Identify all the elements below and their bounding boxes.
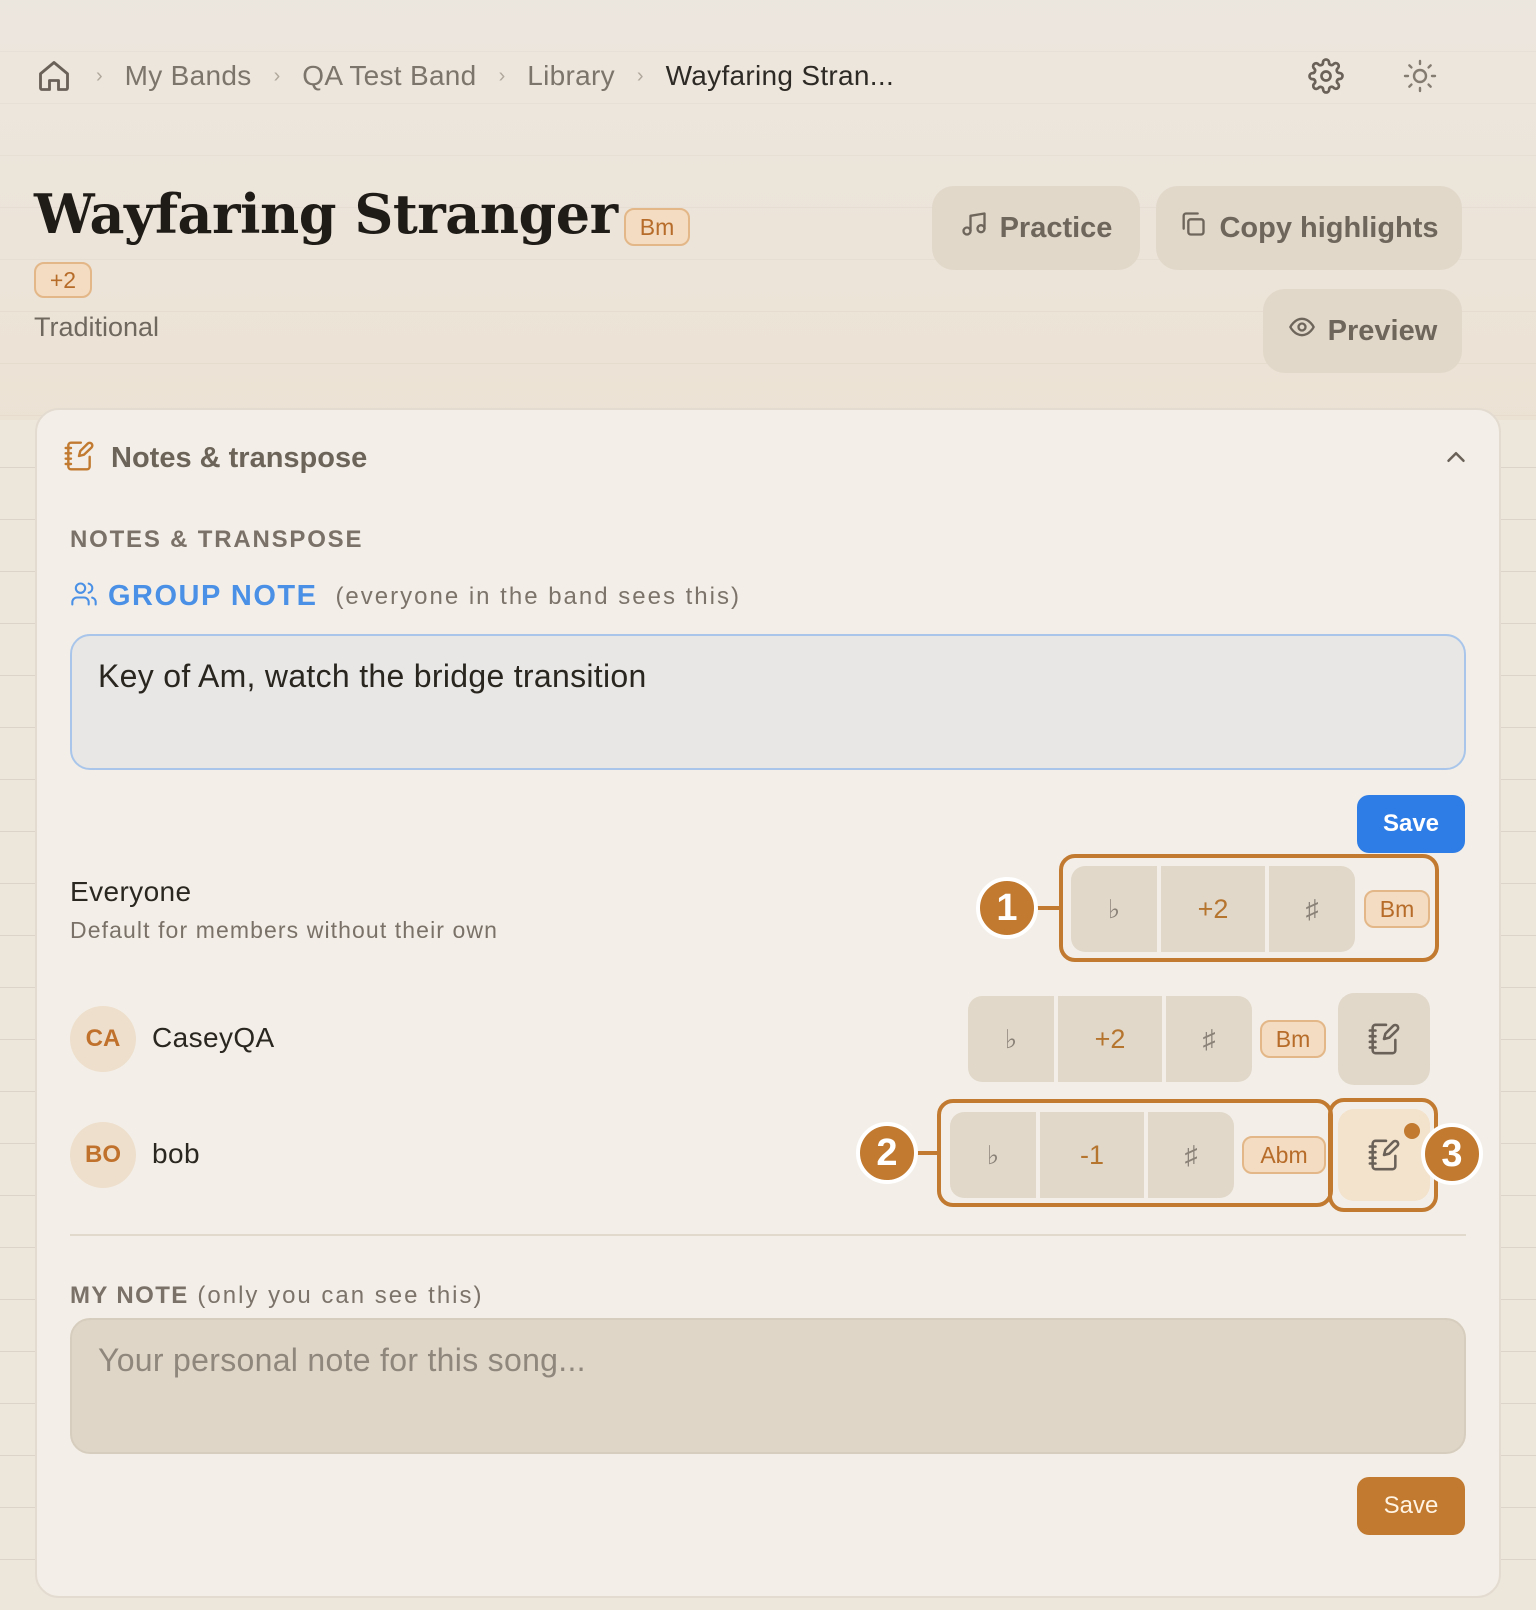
- annotation-marker-2: 2: [856, 1122, 918, 1184]
- annotation-marker-1: 1: [976, 877, 1038, 939]
- home-icon[interactable]: [34, 56, 74, 96]
- my-note-title: MY NOTE: [70, 1282, 189, 1309]
- breadcrumb: › My Bands › QA Test Band › Library › Wa…: [34, 54, 894, 98]
- transpose-down-button[interactable]: ♭: [968, 996, 1054, 1082]
- breadcrumb-current-song: Wayfaring Stran...: [665, 60, 895, 91]
- music-note-icon: [960, 210, 988, 246]
- everyone-label: Everyone: [70, 876, 192, 907]
- my-note-subtitle: (only you can see this): [197, 1282, 484, 1309]
- preview-button[interactable]: Preview: [1263, 289, 1462, 373]
- transpose-value: +2: [1058, 996, 1162, 1082]
- save-my-note-button[interactable]: Save: [1357, 1477, 1465, 1535]
- transpose-up-button[interactable]: ♯: [1166, 996, 1252, 1082]
- song-artist: Traditional: [34, 312, 160, 342]
- group-note-label: GROUP NOTE (everyone in the band sees th…: [70, 580, 741, 613]
- caseyqa-transpose-stepper: ♭ +2 ♯: [968, 996, 1252, 1082]
- annotation-highlight-2: [937, 1099, 1333, 1207]
- caseyqa-key-badge: Bm: [1260, 1020, 1326, 1058]
- sun-icon[interactable]: [1400, 56, 1440, 96]
- breadcrumb-my-bands[interactable]: My Bands: [125, 60, 252, 92]
- song-key-badge: Bm: [624, 208, 690, 246]
- breadcrumb-separator: ›: [498, 64, 506, 87]
- section-label: NOTES & TRANSPOSE: [70, 526, 364, 553]
- eye-icon: [1288, 313, 1316, 349]
- panel-header[interactable]: Notes & transpose: [63, 440, 367, 477]
- breadcrumb-band[interactable]: QA Test Band: [302, 60, 476, 92]
- practice-button[interactable]: Practice: [932, 186, 1140, 270]
- avatar: BO: [70, 1122, 136, 1188]
- save-group-note-button[interactable]: Save: [1357, 795, 1465, 853]
- users-icon: [70, 580, 98, 613]
- panel-title: Notes & transpose: [111, 442, 368, 474]
- breadcrumb-separator: ›: [96, 64, 103, 87]
- group-note-subtitle: (everyone in the band sees this): [335, 582, 741, 610]
- caseyqa-note-button[interactable]: [1338, 993, 1430, 1085]
- preview-label: Preview: [1327, 314, 1438, 347]
- breadcrumb-separator: ›: [273, 64, 281, 87]
- group-note-title: GROUP NOTE: [108, 580, 318, 612]
- song-title: Wayfaring Stranger: [34, 182, 618, 246]
- avatar: CA: [70, 1006, 136, 1072]
- member-name-caseyqa: CaseyQA: [152, 1022, 275, 1053]
- notes-transpose-panel: Notes & transpose NOTES & TRANSPOSE GROU…: [35, 408, 1501, 1598]
- practice-label: Practice: [999, 211, 1113, 244]
- copy-highlights-button[interactable]: Copy highlights: [1156, 186, 1462, 270]
- chevron-up-icon[interactable]: [1441, 442, 1471, 472]
- transpose-badge: +2: [34, 262, 92, 298]
- annotation-highlight-1: [1059, 854, 1439, 962]
- breadcrumb-library[interactable]: Library: [527, 60, 615, 92]
- annotation-marker-3: 3: [1421, 1123, 1483, 1185]
- notebook-pen-icon: [63, 440, 95, 477]
- member-name-bob: bob: [152, 1138, 200, 1169]
- my-note-label: MY NOTE (only you can see this): [70, 1282, 484, 1310]
- copy-icon: [1179, 210, 1207, 246]
- copy-highlights-label: Copy highlights: [1219, 211, 1439, 244]
- everyone-subtitle: Default for members without their own: [70, 917, 499, 943]
- gear-icon[interactable]: [1306, 56, 1346, 96]
- group-note-textarea[interactable]: Key of Am, watch the bridge transition: [70, 634, 1466, 770]
- divider: [70, 1234, 1466, 1236]
- breadcrumb-separator: ›: [636, 64, 644, 87]
- notebook-pen-icon: [1368, 1023, 1400, 1055]
- my-note-textarea[interactable]: Your personal note for this song...: [70, 1318, 1466, 1454]
